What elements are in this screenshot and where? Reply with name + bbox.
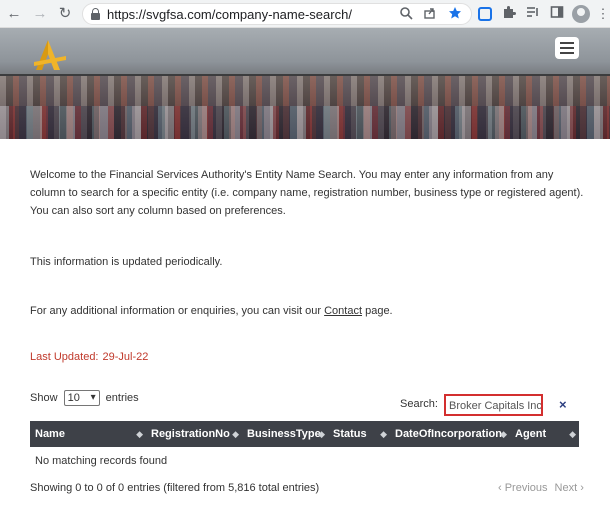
show-label: Show [30, 391, 58, 404]
clear-search-button[interactable]: × [559, 397, 567, 412]
column-header-agent[interactable]: Agent ◆ [510, 421, 579, 447]
update-note: This information is updated periodically… [30, 256, 223, 268]
side-panel-icon[interactable] [548, 5, 566, 23]
column-label: Agent [515, 428, 547, 440]
sort-icon: ◆ [232, 429, 239, 439]
browser-toolbar: ← → ↻ https://svgfsa.com/company-name-se… [0, 0, 610, 28]
address-bar[interactable]: https://svgfsa.com/company-name-search/ [82, 3, 472, 25]
previous-button[interactable]: ‹ Previous [498, 482, 548, 494]
column-label: Status [333, 428, 367, 440]
column-header-registrationno[interactable]: RegistrationNo ◆ [146, 421, 242, 447]
url-text[interactable]: https://svgfsa.com/company-name-search/ [107, 7, 352, 22]
sort-icon: ◆ [500, 429, 507, 439]
arrow-left-icon[interactable]: ← [4, 4, 24, 24]
kebab-menu-icon[interactable]: ⋮ [594, 5, 610, 23]
sort-icon: ◆ [318, 429, 325, 439]
column-header-businesstype[interactable]: BusinessType ◆ [242, 421, 328, 447]
column-label: RegistrationNo [151, 428, 230, 440]
column-label: DateOfIncorporation [395, 428, 502, 440]
reading-list-icon[interactable] [524, 5, 542, 23]
table-info: Showing 0 to 0 of 0 entries (filtered fr… [30, 482, 320, 494]
enquiry-prefix: For any additional information or enquir… [30, 305, 325, 317]
enquiry-suffix: page. [362, 305, 393, 317]
hero-banner [0, 28, 610, 139]
last-updated: Last Updated: 29-Jul-22 [30, 351, 152, 363]
puzzle-icon[interactable] [500, 5, 518, 23]
column-header-dateofincorporation[interactable]: DateOfIncorporation ◆ [390, 421, 510, 447]
star-icon[interactable] [447, 6, 463, 22]
hamburger-menu-icon[interactable] [555, 37, 579, 59]
sort-icon: ◆ [380, 429, 387, 439]
intro-paragraph: Welcome to the Financial Services Author… [30, 169, 584, 217]
entries-select[interactable]: 10 [63, 390, 100, 406]
sort-icon: ◆ [136, 429, 143, 439]
lock-icon[interactable] [91, 8, 100, 20]
share-icon[interactable] [422, 6, 438, 22]
entries-label: entries [105, 391, 139, 404]
sort-icon: ◆ [569, 429, 576, 439]
last-updated-label: Last Updated: [30, 351, 99, 363]
next-button[interactable]: Next › [555, 482, 584, 494]
table-header: Name ◆ RegistrationNo ◆ BusinessType ◆ Stat… [30, 421, 579, 447]
arrow-right-icon[interactable]: → [30, 4, 50, 24]
last-updated-date: 29-Jul-22 [102, 351, 149, 363]
column-header-name[interactable]: Name ◆ [30, 421, 146, 447]
column-label: BusinessType [247, 428, 321, 440]
search-input[interactable]: Broker Capitals Inc [444, 394, 543, 416]
pagination: ‹ Previous Next › [491, 482, 584, 494]
reload-icon[interactable]: ↻ [55, 4, 75, 24]
extension-icon[interactable] [478, 7, 492, 21]
search-icon[interactable] [398, 6, 414, 22]
profile-icon[interactable] [572, 5, 590, 23]
enquiry-paragraph: For any additional information or enquir… [30, 302, 590, 320]
column-header-status[interactable]: Status ◆ [328, 421, 390, 447]
empty-table-message: No matching records found [35, 455, 168, 467]
column-label: Name [35, 428, 65, 440]
search-label: Search: [400, 398, 438, 410]
page-length-control: Show 10 entries [30, 390, 139, 406]
fsa-logo-icon[interactable] [30, 36, 70, 72]
contact-link[interactable]: Contact [324, 305, 362, 317]
